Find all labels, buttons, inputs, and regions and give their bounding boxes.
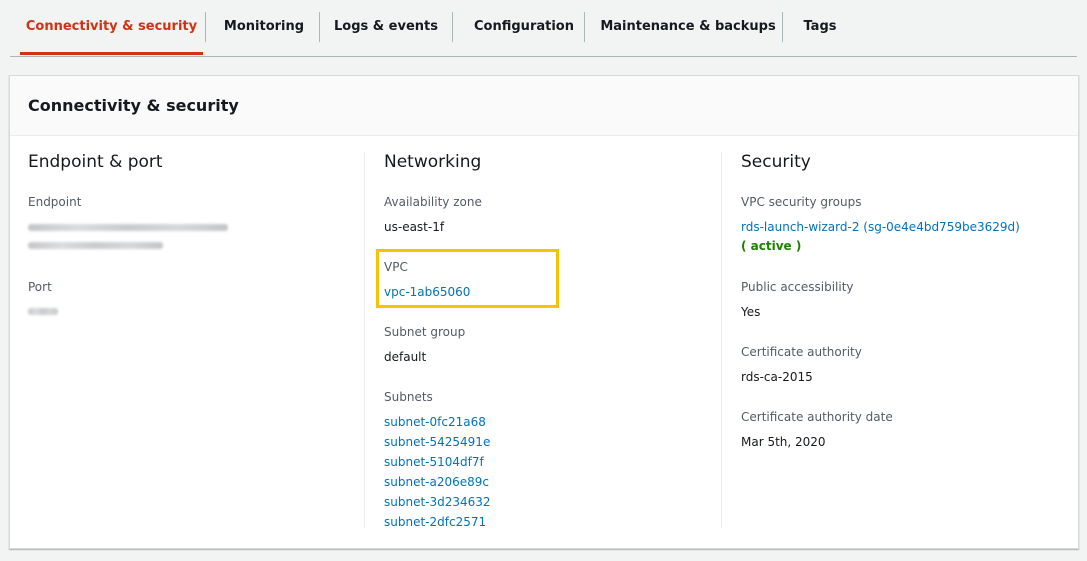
column-divider — [721, 152, 722, 528]
endpoint-port-column: Endpoint & port — [28, 152, 163, 172]
subnet-link[interactable]: subnet-5104df7f — [384, 455, 484, 469]
security-column: Security — [741, 152, 811, 172]
vpc-label: VPC — [384, 260, 408, 274]
security-group-status: ( active ) — [741, 239, 802, 253]
certificate-authority-value: rds-ca-2015 — [741, 370, 813, 384]
vpc-link[interactable]: vpc-1ab65060 — [384, 285, 470, 299]
vpc-highlight-box — [376, 249, 559, 308]
subnet-group-label: Subnet group — [384, 325, 466, 339]
security-heading: Security — [741, 152, 811, 172]
port-label: Port — [28, 280, 52, 294]
tab-separator — [319, 12, 320, 42]
tab-maintenance-backups[interactable]: Maintenance & backups — [593, 0, 783, 54]
certificate-authority-date-value: Mar 5th, 2020 — [741, 435, 826, 449]
endpoint-port-heading: Endpoint & port — [28, 152, 163, 172]
vpc-security-groups-label: VPC security groups — [741, 195, 862, 209]
networking-column: Networking — [384, 152, 481, 172]
endpoint-value-redacted — [28, 242, 163, 249]
tab-connectivity-security[interactable]: Connectivity & security — [20, 0, 203, 55]
subnet-group-value: default — [384, 350, 427, 364]
subnet-link[interactable]: subnet-0fc21a68 — [384, 415, 486, 429]
public-accessibility-label: Public accessibility — [741, 280, 854, 294]
subnet-link[interactable]: subnet-5425491e — [384, 435, 490, 449]
tab-tags[interactable]: Tags — [790, 0, 850, 54]
availability-zone-label: Availability zone — [384, 195, 482, 209]
tab-bar: Connectivity & security Monitoring Logs … — [10, 0, 1077, 57]
security-group-link[interactable]: rds-launch-wizard-2 (sg-0e4e4bd759be3629… — [741, 220, 1020, 234]
tab-separator — [205, 12, 206, 42]
connectivity-security-panel: Connectivity & security Endpoint & port … — [9, 75, 1079, 549]
availability-zone-value: us-east-1f — [384, 220, 445, 234]
panel-header: Connectivity & security — [10, 76, 1078, 136]
endpoint-label: Endpoint — [28, 195, 82, 209]
subnets-label: Subnets — [384, 390, 433, 404]
tab-separator — [782, 12, 783, 42]
column-divider — [364, 152, 365, 528]
tab-separator — [584, 12, 585, 42]
public-accessibility-value: Yes — [741, 305, 761, 319]
port-value-redacted — [28, 308, 58, 315]
tab-monitoring[interactable]: Monitoring — [214, 0, 314, 54]
tab-configuration[interactable]: Configuration — [462, 0, 586, 54]
certificate-authority-date-label: Certificate authority date — [741, 410, 893, 424]
networking-heading: Networking — [384, 152, 482, 172]
panel-title: Connectivity & security — [28, 96, 239, 115]
endpoint-value-redacted — [28, 224, 228, 231]
tab-logs-events[interactable]: Logs & events — [328, 0, 444, 54]
tab-separator — [452, 12, 453, 42]
subnet-link[interactable]: subnet-3d234632 — [384, 495, 491, 509]
certificate-authority-label: Certificate authority — [741, 345, 862, 359]
subnet-link[interactable]: subnet-a206e89c — [384, 475, 489, 489]
subnet-link[interactable]: subnet-2dfc2571 — [384, 515, 486, 529]
